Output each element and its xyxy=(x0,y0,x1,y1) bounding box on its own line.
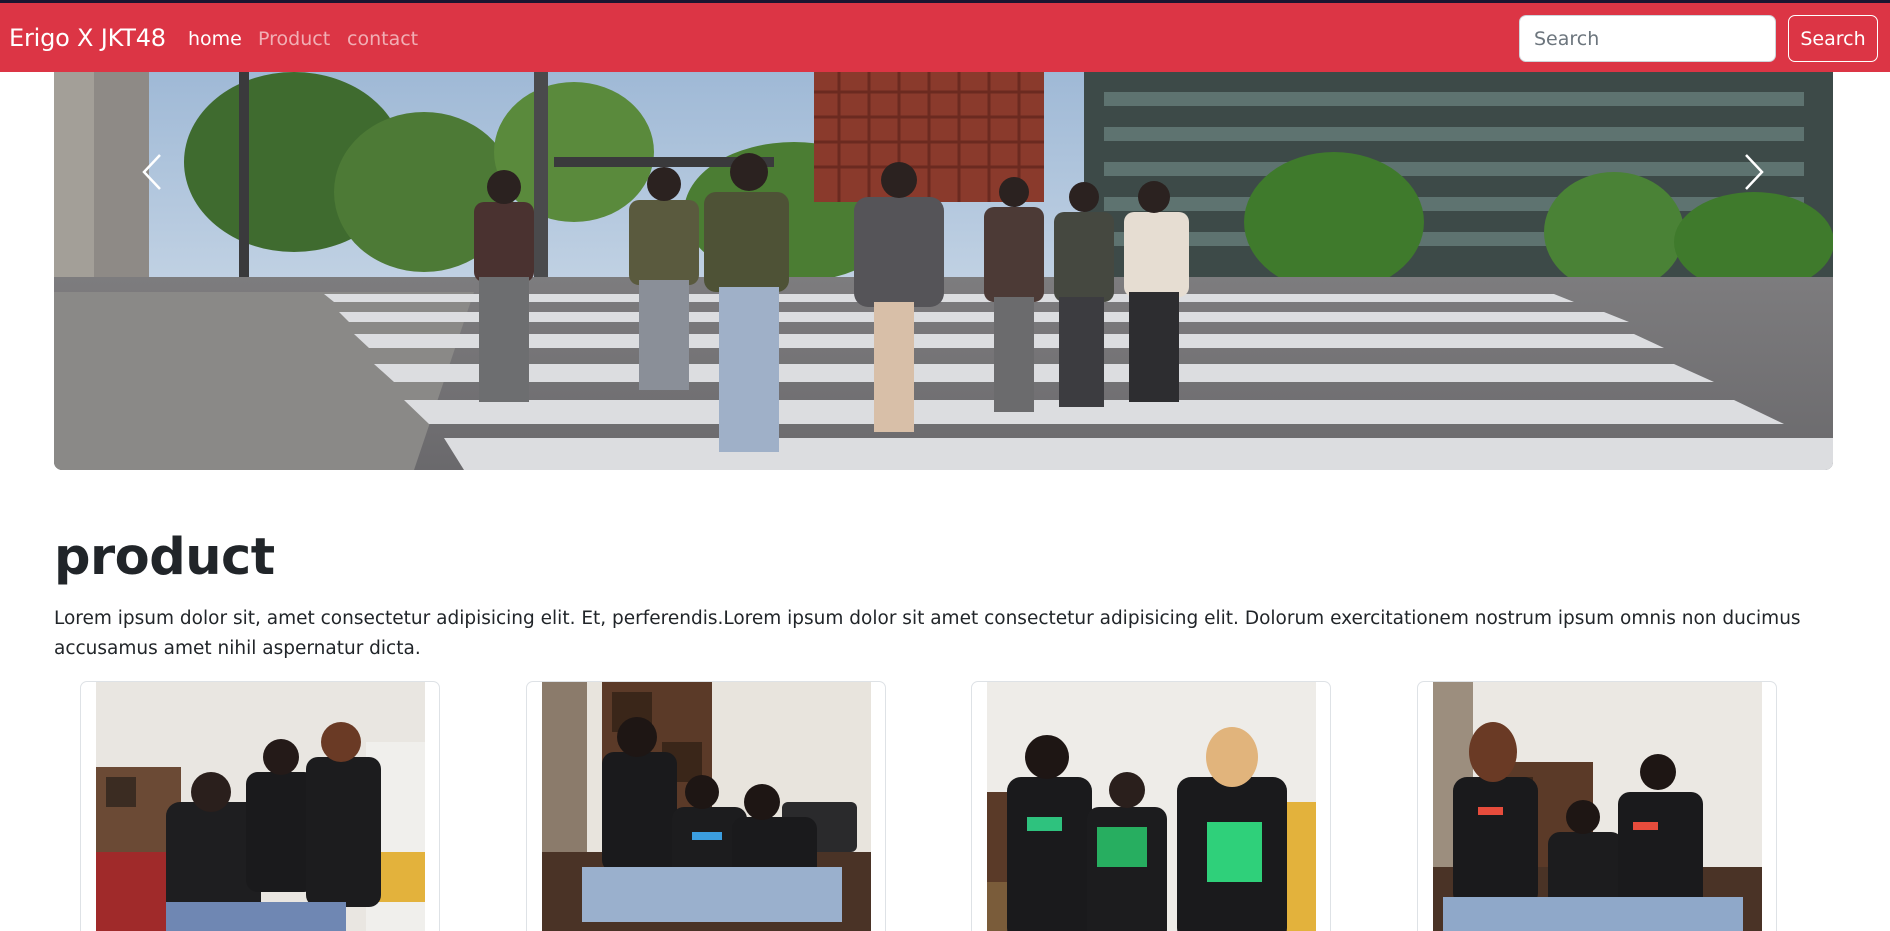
product-section-description: Lorem ipsum dolor sit, amet consectetur … xyxy=(54,608,1801,659)
carousel-prev-button[interactable] xyxy=(112,122,192,222)
product-card[interactable] xyxy=(526,681,886,931)
product-photo xyxy=(987,682,1316,931)
chevron-left-icon xyxy=(142,154,161,190)
product-card[interactable] xyxy=(1417,681,1777,931)
hero-carousel xyxy=(54,72,1833,470)
product-section-title: product xyxy=(54,528,275,587)
nav-link-product[interactable]: Product xyxy=(258,28,330,50)
search-button[interactable]: Search xyxy=(1788,15,1878,62)
navbar: Erigo X JKT48 home Product contact Searc… xyxy=(0,3,1890,72)
product-photo xyxy=(1433,682,1762,931)
chevron-right-icon xyxy=(1745,154,1764,190)
nav-link-contact[interactable]: contact xyxy=(347,28,418,50)
brand-logo[interactable]: Erigo X JKT48 xyxy=(9,24,166,52)
product-card[interactable] xyxy=(971,681,1331,931)
carousel-slide-image xyxy=(54,72,1833,470)
carousel-next-button[interactable] xyxy=(1714,122,1794,222)
nav-link-home[interactable]: home xyxy=(188,28,242,50)
product-photo xyxy=(96,682,425,931)
product-card[interactable] xyxy=(80,681,440,931)
product-photo xyxy=(542,682,871,931)
search-input[interactable] xyxy=(1519,15,1776,62)
